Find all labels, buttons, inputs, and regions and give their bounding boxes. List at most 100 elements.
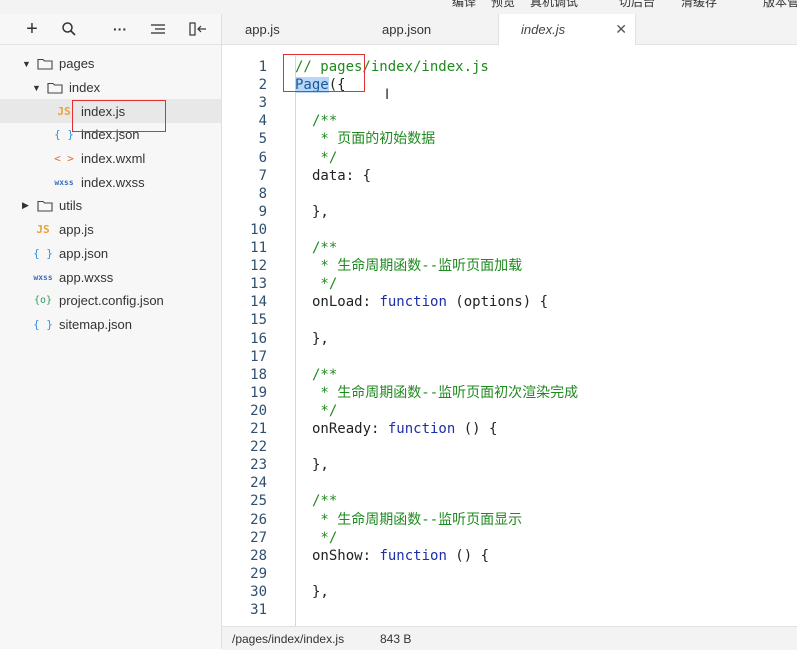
line-number: 14 xyxy=(250,294,267,311)
tree-file-app-wxss[interactable]: wxss app.wxss xyxy=(0,265,221,289)
collapse-all-icon[interactable] xyxy=(146,18,170,40)
tree-item-label: index.js xyxy=(81,103,126,119)
code-text: onReady: function () { xyxy=(312,420,497,438)
code-token: data: { xyxy=(312,167,372,184)
tab-app-js[interactable]: app.js xyxy=(222,14,332,44)
tab-label: index.js xyxy=(521,22,566,37)
search-icon[interactable] xyxy=(57,18,81,40)
line-number: 13 xyxy=(250,276,267,293)
line-number: 6 xyxy=(258,149,267,166)
line-number: 4 xyxy=(258,113,267,130)
code-line: 1 // pages/index/index.js xyxy=(222,58,797,76)
code-text: */ xyxy=(312,149,337,167)
close-icon[interactable]: ✕ xyxy=(615,21,627,38)
keyword-token: function xyxy=(387,421,456,437)
tree-item-label: index xyxy=(69,80,101,96)
json-file-icon: { } xyxy=(33,317,53,331)
code-text: }, xyxy=(312,203,329,221)
tree-file-index-wxss[interactable]: wxss index.wxss xyxy=(0,170,221,194)
line-number: 8 xyxy=(258,185,267,202)
keyword-token: function xyxy=(379,294,447,311)
code-text: /** xyxy=(312,239,337,257)
toolbar-item[interactable]: 切后台 xyxy=(619,0,655,10)
comment-token: // pages/index/index.js xyxy=(295,59,489,75)
code-line: 20 */ xyxy=(222,402,797,420)
line-number: 16 xyxy=(250,330,267,347)
code-text: * 生命周期函数--监听页面加载 xyxy=(312,257,522,275)
code-token: }, xyxy=(312,457,329,474)
line-number: 27 xyxy=(250,529,267,546)
status-bar: /pages/index/index.js 843 B xyxy=(222,626,797,650)
comment-token: * 生命周期函数--监听页面加载 xyxy=(312,258,523,275)
chevron-down-icon[interactable]: ▼ xyxy=(22,59,31,69)
code-line: 23}, xyxy=(222,456,797,474)
code-line: 12 * 生命周期函数--监听页面加载 xyxy=(222,257,797,275)
tree-file-project-config[interactable]: {o} project.config.json xyxy=(0,289,221,313)
tree-folder-pages[interactable]: ▼ pages xyxy=(0,52,221,76)
line-number: 29 xyxy=(250,565,267,582)
code-line: 5 * 页面的初始数据 xyxy=(222,130,797,148)
code-line: 6 */ xyxy=(222,149,797,167)
code-text: }, xyxy=(312,456,329,474)
code-line: 10 xyxy=(222,221,797,239)
line-number: 5 xyxy=(258,131,267,148)
comment-token: * 生命周期函数--监听页面初次渲染完成 xyxy=(312,384,579,401)
code-text: /** xyxy=(312,112,337,130)
more-icon[interactable]: ··· xyxy=(108,18,132,40)
tree-item-label: app.js xyxy=(59,222,94,238)
tree-file-index-js[interactable]: JS index.js xyxy=(0,99,221,124)
toolbar-item[interactable]: 真机调试 xyxy=(530,0,578,10)
add-file-icon[interactable]: + xyxy=(20,18,44,40)
chevron-down-icon[interactable]: ▼ xyxy=(32,83,41,93)
toolbar-item[interactable]: 清缓存 xyxy=(681,0,717,10)
config-file-icon: {o} xyxy=(33,295,53,307)
code-text: // pages/index/index.js xyxy=(295,58,489,76)
explorer-toolbar: + ··· xyxy=(0,14,221,45)
code-line: 28 onShow: function () { xyxy=(222,547,797,565)
line-number: 3 xyxy=(258,95,267,112)
code-line: 4 /** xyxy=(222,112,797,130)
tab-app-json[interactable]: app.json xyxy=(332,14,488,44)
code-token: }, xyxy=(312,583,329,600)
tree-item-label: utils xyxy=(59,198,83,214)
folder-icon xyxy=(36,199,54,213)
code-text: */ xyxy=(312,275,337,293)
tree-folder-index[interactable]: ▼ index xyxy=(0,76,221,100)
code-text: */ xyxy=(312,402,337,420)
code-token: (options) { xyxy=(446,294,549,311)
tree-file-app-json[interactable]: { } app.json xyxy=(0,242,221,266)
line-number: 19 xyxy=(250,384,267,401)
editor-tabs: app.js app.json index.js ✕ xyxy=(222,14,797,45)
comment-token: */ xyxy=(312,529,338,546)
code-line: 17 xyxy=(222,348,797,366)
tree-file-index-json[interactable]: { } index.json xyxy=(0,123,221,147)
code-token: onShow: xyxy=(312,547,380,564)
toolbar-item[interactable]: 编译 xyxy=(452,0,476,10)
file-explorer: + ··· ▼ pages ▼ index JS index.js { } in… xyxy=(0,14,222,649)
tree-folder-utils[interactable]: ▶ utils xyxy=(0,194,221,218)
code-line: 31 xyxy=(222,601,797,619)
chevron-right-icon[interactable]: ▶ xyxy=(22,200,29,211)
toolbar-item[interactable]: 版本管 xyxy=(763,0,797,10)
toggle-layout-icon[interactable] xyxy=(186,18,210,40)
wxss-file-icon: wxss xyxy=(33,272,53,282)
code-text: * 页面的初始数据 xyxy=(312,130,435,148)
toolbar-item[interactable]: 预览 xyxy=(491,0,515,10)
tree-file-sitemap-json[interactable]: { } sitemap.json xyxy=(0,313,221,337)
code-area[interactable]: 1// pages/index/index.js 2 Page({3 4/** 5 * … xyxy=(222,48,797,626)
line-number: 2 xyxy=(258,77,267,94)
tree-item-label: project.config.json xyxy=(59,293,164,309)
code-line: 14 onLoad: function (options) { xyxy=(222,293,797,311)
line-number: 28 xyxy=(250,547,267,564)
line-number: 15 xyxy=(250,312,267,329)
folder-icon xyxy=(46,81,64,95)
code-text: Page({ xyxy=(295,76,346,94)
tab-index-js[interactable]: index.js ✕ xyxy=(498,14,636,45)
code-text: /** xyxy=(312,492,337,510)
line-number: 10 xyxy=(250,221,267,238)
wxss-file-icon: wxss xyxy=(54,177,74,187)
code-line: 19 * 生命周期函数--监听页面初次渲染完成 xyxy=(222,384,797,402)
comment-token: /** xyxy=(312,113,338,130)
tree-file-app-js[interactable]: JS app.js xyxy=(0,218,221,242)
tree-file-index-wxml[interactable]: < > index.wxml xyxy=(0,147,221,171)
